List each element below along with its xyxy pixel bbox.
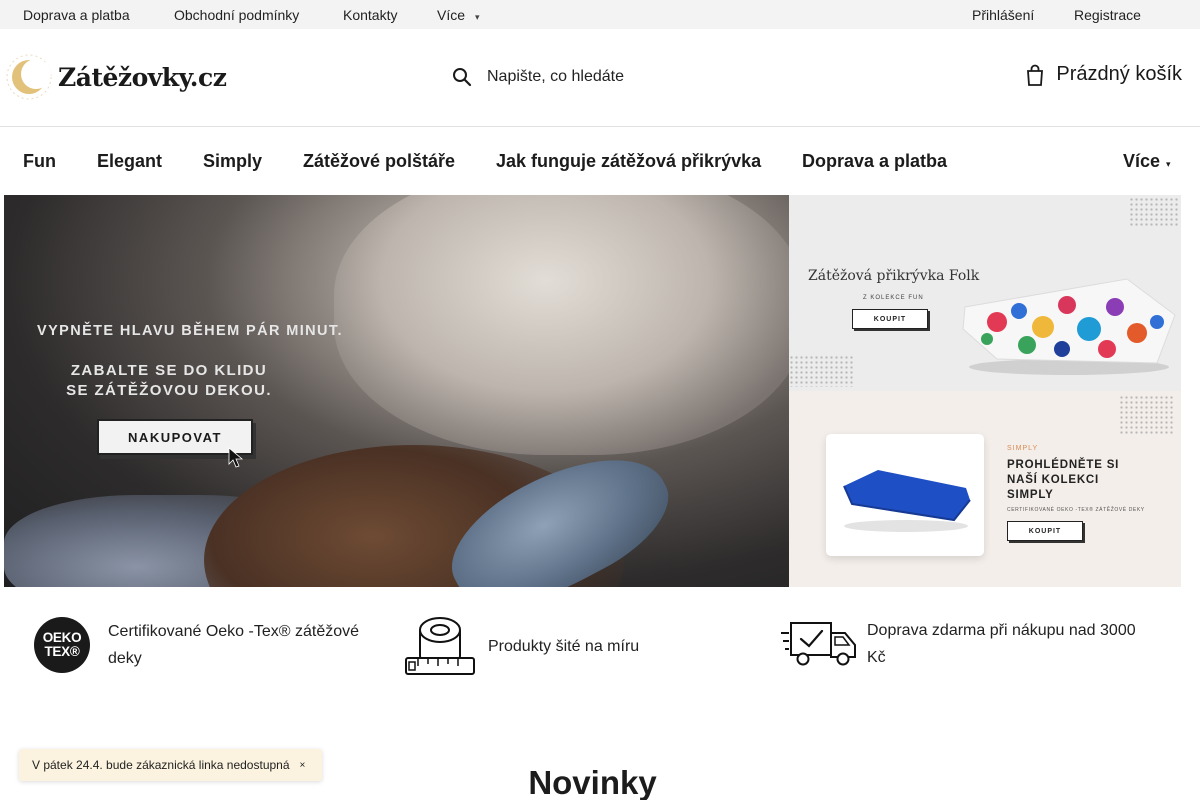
nav-item-fun[interactable]: Fun (23, 151, 56, 172)
hero-headline: VYPNĚTE HLAVU BĚHEM PÁR MINUT. (37, 323, 343, 339)
banner-simply-cert: CERTIFIKOVANÉ OEKO -TEX® ZÁTĚŽOVÉ DEKY (1007, 507, 1145, 513)
cart-label: Prázdný košík (1056, 63, 1182, 85)
delivery-truck-icon (781, 622, 856, 666)
register-link[interactable]: Registrace (1074, 7, 1141, 23)
login-link[interactable]: Přihlášení (972, 7, 1034, 23)
nav-item-simply[interactable]: Simply (203, 151, 262, 172)
close-icon[interactable]: × (300, 760, 306, 771)
hero-pillow-image (334, 195, 789, 455)
announcement-text: V pátek 24.4. bude zákaznická linka nedo… (32, 758, 290, 772)
feature-oeko-tex: OEKO TEX® Certifikované Oeko -Tex® zátěž… (34, 617, 370, 673)
banner-folk-subtitle: Z KOLEKCE FUN (863, 295, 924, 301)
nav-more-menu[interactable]: Více ▾ (1123, 151, 1171, 172)
topbar-link-terms[interactable]: Obchodní podmínky (174, 7, 299, 23)
banner-folk[interactable]: Zátěžová přikrývka Folk Z KOLEKCE FUN KO… (789, 195, 1181, 391)
folk-blanket-image (962, 278, 1176, 375)
site-header: Zátěžovky.cz Napište, co hledáte Prázdný… (0, 29, 1200, 127)
dot-pattern (1129, 197, 1179, 227)
nav-item-weighted-pillows[interactable]: Zátěžové polštáře (303, 151, 455, 172)
top-bar: Doprava a platba Obchodní podmínky Konta… (0, 0, 1200, 29)
logo-text: Zátěžovky.cz (58, 62, 227, 92)
feature-custom-made: Produkty šité na míru (404, 616, 639, 676)
chevron-down-icon: ▾ (1166, 159, 1171, 169)
announcement-bar[interactable]: V pátek 24.4. bude zákaznická linka nedo… (19, 749, 322, 781)
oeko-tex-badge-line1: OEKO (42, 630, 82, 645)
feature-custom-made-text: Produkty šité na míru (488, 637, 640, 655)
nav-item-elegant[interactable]: Elegant (97, 151, 162, 172)
banner-simply-headline: PROHLÉDNĚTE SI NAŠÍ KOLEKCI SIMPLY (1007, 459, 1120, 501)
banner-folk-buy-button[interactable]: KOUPIT (852, 309, 928, 329)
search-input[interactable]: Napište, co hledáte (487, 68, 624, 86)
cursor-arrow-icon (228, 447, 244, 468)
nav-item-how-it-works[interactable]: Jak funguje zátěžová přikrývka (496, 151, 761, 172)
blue-blanket-image (843, 470, 971, 532)
banner-simply-buy-button[interactable]: KOUPIT (1007, 521, 1083, 541)
feature-oeko-tex-text: Certifikované Oeko -Tex® zátěžové deky (108, 623, 360, 667)
chevron-down-icon: ▾ (475, 12, 480, 22)
cart-button[interactable]: Prázdný košík (1026, 63, 1182, 86)
hero-banner[interactable]: VYPNĚTE HLAVU BĚHEM PÁR MINUT. ZABALTE S… (4, 195, 789, 587)
shopping-bag-icon (1027, 64, 1044, 86)
topbar-link-shipping[interactable]: Doprava a platba (23, 7, 130, 23)
banner-folk-title: Zátěžová přikrývka Folk (808, 268, 980, 284)
logo[interactable]: Zátěžovky.cz (6, 51, 227, 103)
banner-simply-kicker: SIMPLY (1007, 445, 1039, 452)
topbar-more-menu[interactable]: Více ▾ (437, 7, 480, 23)
topbar-link-contacts[interactable]: Kontakty (343, 7, 397, 23)
oeko-tex-badge-line2: TEX® (44, 644, 80, 659)
simply-product-card (826, 434, 984, 556)
measuring-tape-icon (405, 617, 475, 675)
topbar-more-label: Více (437, 7, 466, 23)
dot-pattern (789, 355, 854, 387)
oeko-tex-badge-icon: OEKO TEX® (34, 617, 90, 673)
search-box[interactable]: Napište, co hledáte (452, 62, 624, 92)
dot-pattern (1119, 395, 1174, 435)
nav-more-label: Více (1123, 151, 1161, 171)
logo-moon-icon (6, 54, 52, 100)
nav-item-shipping[interactable]: Doprava a platba (802, 151, 947, 172)
main-navigation: Fun Elegant Simply Zátěžové polštáře Jak… (0, 127, 1200, 195)
banner-simply[interactable]: SIMPLY PROHLÉDNĚTE SI NAŠÍ KOLEKCI SIMPL… (789, 391, 1181, 587)
feature-free-shipping-text: Doprava zdarma při nákupu nad 3000 Kč (867, 622, 1136, 666)
feature-free-shipping: Doprava zdarma při nákupu nad 3000 Kč (781, 617, 1157, 671)
hero-subheadline: ZABALTE SE DO KLIDU SE ZÁTĚŽOVOU DEKOU. (66, 362, 272, 399)
search-icon[interactable] (452, 67, 472, 87)
